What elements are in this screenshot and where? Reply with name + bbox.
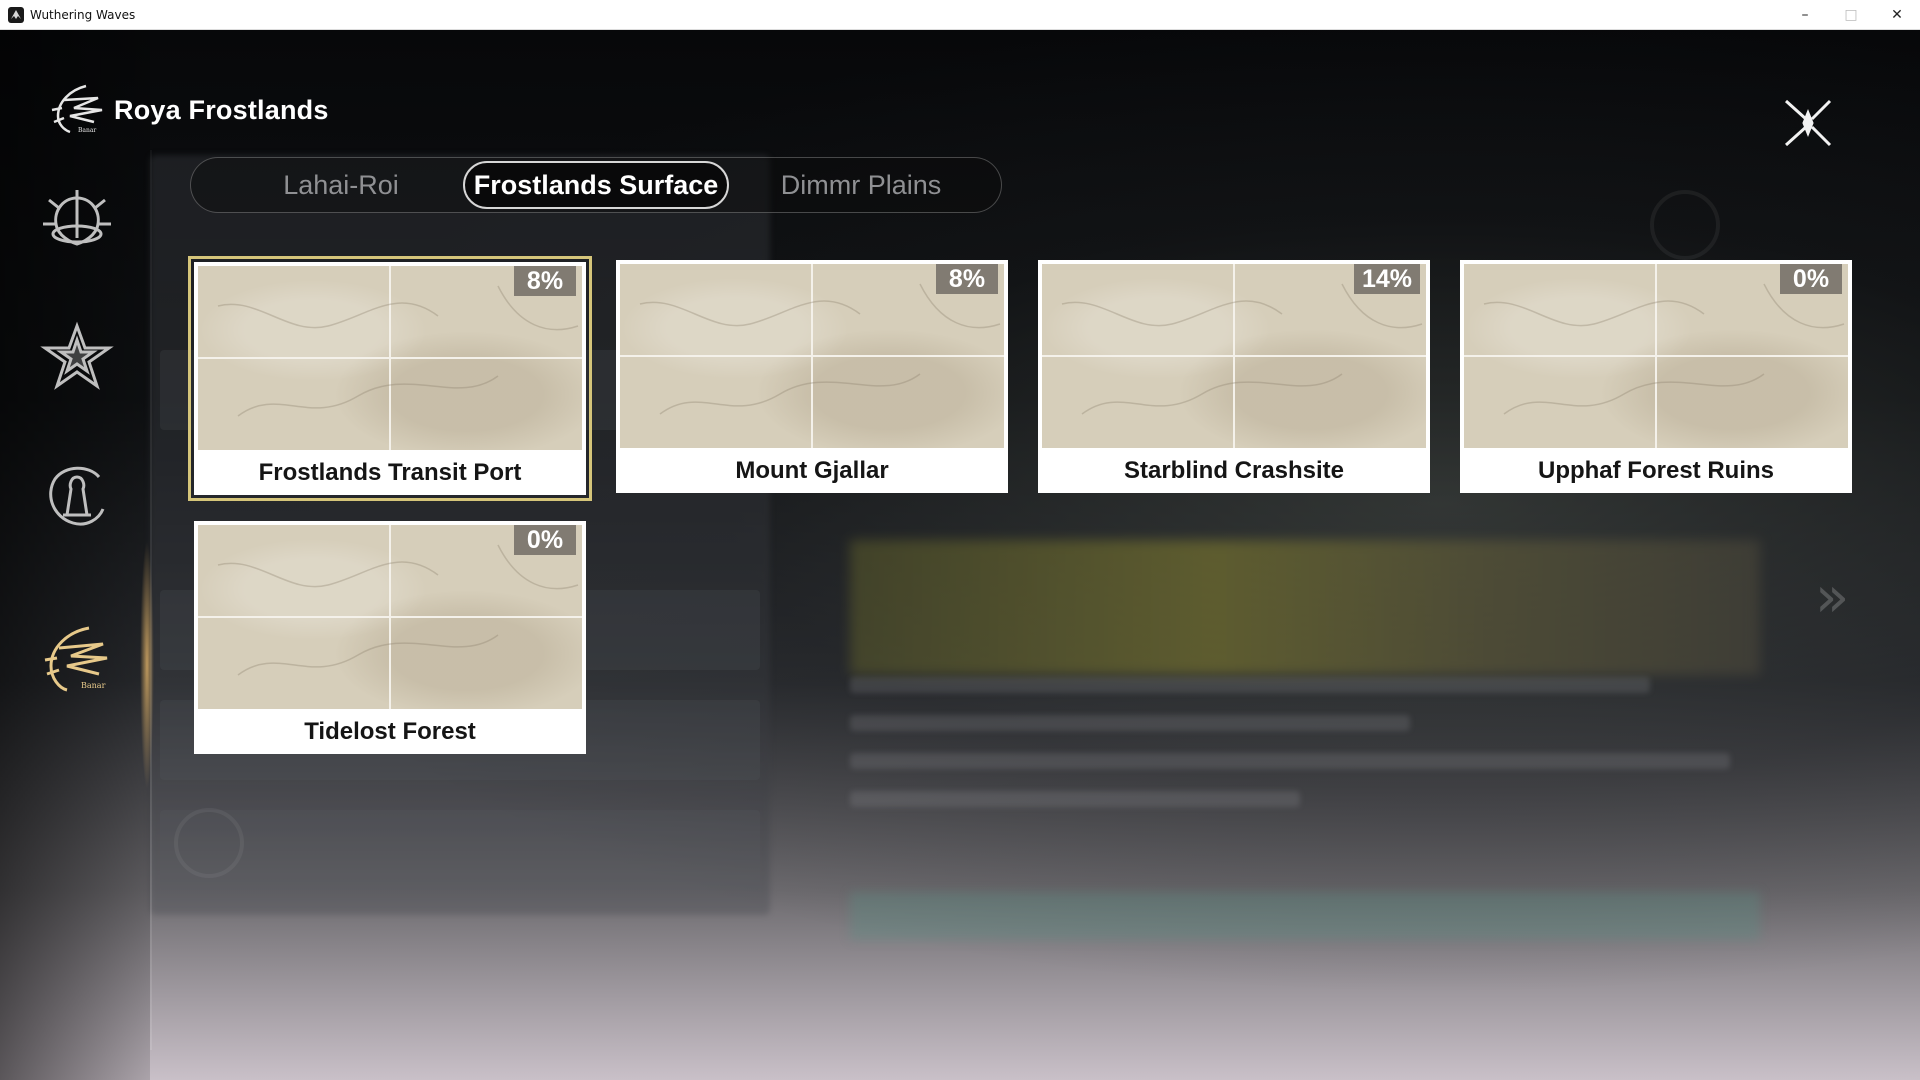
area-card-tidelost-forest[interactable]: 0% Tidelost Forest [194, 521, 586, 754]
area-name: Upphaf Forest Ruins [1537, 456, 1774, 484]
window-titlebar: Wuthering Waves – □ ✕ [0, 0, 1920, 30]
tab-label: Frostlands Surface [473, 169, 719, 200]
area-name: Starblind Crashsite [1123, 456, 1345, 484]
sidebar-item-star[interactable] [34, 315, 120, 401]
tab-dimmr-plains[interactable]: Dimmr Plains [751, 158, 971, 212]
area-card-upphaf-forest-ruins[interactable]: 0% Upphaf Forest Ruins [1460, 260, 1852, 493]
close-x-icon[interactable] [1780, 95, 1836, 151]
region-emblem-icon: Banar [48, 78, 108, 143]
minimize-icon[interactable]: – [1782, 0, 1828, 30]
background-bar [850, 892, 1760, 940]
exploration-progress-badge: 14% [1353, 264, 1420, 294]
area-name: Frostlands Transit Port [258, 458, 522, 486]
background-text [850, 677, 1650, 693]
dragon-emblem-icon [43, 190, 111, 246]
area-card-mount-gjallar[interactable]: 8% Mount Gjallar [616, 260, 1008, 493]
svg-text:Banar: Banar [81, 681, 106, 690]
background-icon [1650, 190, 1720, 260]
exploration-progress-badge: 0% [1780, 264, 1842, 294]
exploration-progress-badge: 0% [514, 525, 576, 555]
region-tab-bar: Lahai-Roi Frostlands Surface Dimmr Plain… [190, 157, 1002, 213]
region-header: Banar Roya Frostlands [48, 78, 329, 143]
svg-text:Banar: Banar [78, 127, 96, 134]
background-banner [850, 540, 1760, 675]
background-text [850, 753, 1730, 769]
exploration-progress-badge: 8% [936, 264, 998, 294]
background-text [850, 791, 1300, 807]
area-card-frostlands-transit-port[interactable]: 8% Frostlands Transit Port [188, 256, 592, 501]
background-icon [174, 808, 244, 878]
wuthering-waves-icon [8, 6, 24, 23]
region-title: Roya Frostlands [114, 95, 329, 125]
maximize-icon[interactable]: □ [1828, 0, 1874, 30]
exploration-progress-badge: 8% [514, 266, 576, 296]
region-emblem-icon: Banar [44, 626, 108, 692]
background-text [850, 715, 1410, 731]
sidebar-item-region[interactable]: Banar [34, 615, 120, 701]
tab-lahai-roi[interactable]: Lahai-Roi [231, 158, 451, 212]
background-row [160, 810, 760, 890]
tab-label: Dimmr Plains [780, 169, 942, 200]
active-indicator [140, 540, 154, 790]
area-card-starblind-crashsite[interactable]: 14% Starblind Crashsite [1038, 260, 1430, 493]
sidebar-item-goddess[interactable] [34, 452, 120, 538]
star-emblem-icon [40, 321, 114, 390]
area-name: Tidelost Forest [304, 717, 476, 745]
window-title: Wuthering Waves [30, 7, 136, 22]
tab-label: Lahai-Roi [283, 169, 399, 200]
sidebar-item-dragon[interactable] [34, 175, 120, 261]
tab-frostlands-surface[interactable]: Frostlands Surface [463, 161, 729, 209]
game-stage: » Banar Banar Roya Frostlands Lahai-Roi … [0, 30, 1920, 1080]
area-name: Mount Gjallar [735, 456, 889, 484]
chevron-right-icon: » [1815, 565, 1850, 630]
goddess-emblem-icon [49, 466, 105, 526]
close-icon[interactable]: ✕ [1874, 0, 1920, 30]
